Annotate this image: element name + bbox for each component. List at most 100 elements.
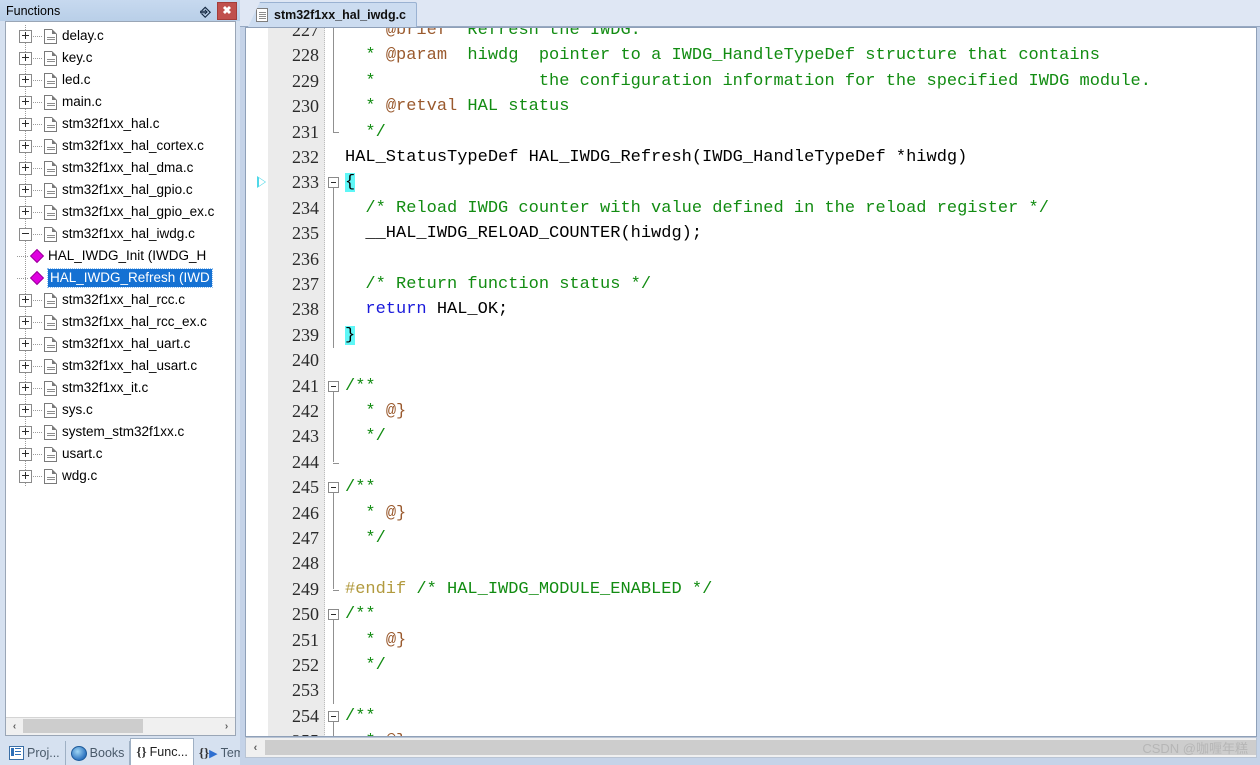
code-line[interactable]: * @brief Refresh the IWDG. <box>343 28 1256 43</box>
fold-line <box>333 68 334 95</box>
line-number: 232 <box>292 147 319 167</box>
code-line[interactable]: */ <box>343 424 1256 449</box>
tree-item-file[interactable]: stm32f1xx_hal_uart.c <box>6 333 235 355</box>
expand-icon[interactable] <box>19 205 32 219</box>
breakpoint-margin[interactable] <box>256 28 268 736</box>
code-line[interactable]: * @} <box>343 399 1256 424</box>
expand-icon[interactable] <box>19 29 32 43</box>
code-line[interactable]: return HAL_OK; <box>343 297 1256 322</box>
code-line[interactable]: /** <box>343 475 1256 500</box>
tree-item-file[interactable]: stm32f1xx_hal.c <box>6 113 235 135</box>
dock-tab-func[interactable]: {} Func... <box>130 738 194 765</box>
dock-tab-proj[interactable]: Proj... <box>4 741 66 765</box>
close-icon[interactable]: ✖ <box>217 2 237 20</box>
code-line[interactable]: */ <box>343 526 1256 551</box>
code-line[interactable]: /** <box>343 374 1256 399</box>
tree-item-file[interactable]: delay.c <box>6 25 235 47</box>
tree-item-file[interactable]: wdg.c <box>6 465 235 487</box>
scroll-right-arrow-icon[interactable]: › <box>218 718 235 735</box>
tree-item-file[interactable]: main.c <box>6 91 235 113</box>
fold-collapse-icon[interactable] <box>328 710 339 722</box>
expand-icon[interactable] <box>19 51 32 65</box>
code-line[interactable] <box>343 551 1256 576</box>
code-line[interactable]: */ <box>343 653 1256 678</box>
tree-horizontal-scrollbar[interactable]: ‹ › <box>6 717 235 735</box>
code-line[interactable]: HAL_StatusTypeDef HAL_IWDG_Refresh(IWDG_… <box>343 145 1256 170</box>
expand-icon[interactable] <box>19 469 32 483</box>
tree-item-file[interactable]: stm32f1xx_hal_dma.c <box>6 157 235 179</box>
tree-item-function[interactable]: HAL_IWDG_Init (IWDG_H <box>6 245 235 267</box>
code-editor[interactable]: 227 228 229 230 231 232 233 234 235 236 237 238 239 2… <box>245 27 1257 737</box>
code-line[interactable]: * @param hiwdg pointer to a IWDG_HandleT… <box>343 43 1256 68</box>
tree-item-file[interactable]: stm32f1xx_hal_rcc_ex.c <box>6 311 235 333</box>
expand-icon[interactable] <box>19 183 32 197</box>
expand-icon[interactable] <box>19 447 32 461</box>
expand-icon[interactable] <box>19 117 32 131</box>
expand-icon[interactable] <box>19 359 32 373</box>
expand-icon[interactable] <box>19 139 32 153</box>
code-line[interactable]: /** <box>343 602 1256 627</box>
file-icon <box>44 468 57 484</box>
code-line[interactable]: /* Reload IWDG counter with value define… <box>343 196 1256 221</box>
functions-tree[interactable]: delay.c key.c led.c main.c stm32f1xx_hal.c st… <box>6 22 235 717</box>
editor-horizontal-scrollbar[interactable]: ‹ <box>245 737 1257 758</box>
tree-item-function[interactable]: HAL_IWDG_Refresh (IWD <box>6 267 235 289</box>
expand-icon[interactable] <box>19 381 32 395</box>
expand-icon[interactable] <box>19 425 32 439</box>
code-line[interactable] <box>343 678 1256 703</box>
code-line[interactable]: /* Return function status */ <box>343 272 1256 297</box>
code-line[interactable]: { <box>343 170 1256 195</box>
code-line[interactable]: #endif /* HAL_IWDG_MODULE_ENABLED */ <box>343 577 1256 602</box>
tree-item-file[interactable]: stm32f1xx_hal_rcc.c <box>6 289 235 311</box>
tree-item-file[interactable]: stm32f1xx_hal_cortex.c <box>6 135 235 157</box>
tree-item-file[interactable]: usart.c <box>6 443 235 465</box>
code-folding-margin[interactable] <box>325 28 343 736</box>
code-line[interactable] <box>343 348 1256 373</box>
tree-item-label: stm32f1xx_hal_gpio_ex.c <box>62 204 215 219</box>
expand-icon[interactable] <box>19 315 32 329</box>
fold-collapse-icon[interactable] <box>328 177 339 189</box>
tree-item-file[interactable]: stm32f1xx_hal_usart.c <box>6 355 235 377</box>
code-text-area[interactable]: * @brief Refresh the IWDG. * @param hiwd… <box>343 28 1256 736</box>
expand-icon[interactable] <box>19 161 32 175</box>
collapse-icon[interactable] <box>19 227 32 241</box>
code-line[interactable]: * the configuration information for the … <box>343 69 1256 94</box>
tab-stm32f1xx-hal-iwdg-c[interactable]: stm32f1xx_hal_iwdg.c <box>248 2 418 27</box>
scroll-left-arrow-icon[interactable]: ‹ <box>6 718 23 735</box>
pin-icon[interactable]: ⎆ <box>198 3 213 19</box>
fold-collapse-icon[interactable] <box>328 380 339 392</box>
code-line[interactable] <box>343 450 1256 475</box>
code-line[interactable]: * @} <box>343 729 1256 736</box>
expand-icon[interactable] <box>19 403 32 417</box>
scroll-thumb[interactable] <box>23 719 143 733</box>
code-line[interactable]: * @retval HAL status <box>343 94 1256 119</box>
tree-item-file[interactable]: led.c <box>6 69 235 91</box>
tree-item-file[interactable]: stm32f1xx_it.c <box>6 377 235 399</box>
editor-scroll-thumb[interactable] <box>265 740 1256 755</box>
expand-icon[interactable] <box>19 95 32 109</box>
tree-item-file[interactable]: stm32f1xx_hal_gpio_ex.c <box>6 201 235 223</box>
code-line[interactable]: * @} <box>343 501 1256 526</box>
code-line[interactable]: */ <box>343 120 1256 145</box>
tree-item-file[interactable]: sys.c <box>6 399 235 421</box>
code-line[interactable]: /** <box>343 704 1256 729</box>
editor-scroll-left-arrow-icon[interactable]: ‹ <box>246 739 265 756</box>
fold-collapse-icon[interactable] <box>328 609 339 621</box>
fold-collapse-icon[interactable] <box>328 482 339 494</box>
code-line[interactable]: * @} <box>343 628 1256 653</box>
expand-icon[interactable] <box>19 293 32 307</box>
fold-line <box>333 449 334 463</box>
tree-item-file[interactable]: stm32f1xx_hal_gpio.c <box>6 179 235 201</box>
expand-icon[interactable] <box>19 337 32 351</box>
code-line[interactable]: } <box>343 323 1256 348</box>
tree-item-file[interactable]: system_stm32f1xx.c <box>6 421 235 443</box>
dock-tab-books[interactable]: Books <box>66 741 131 765</box>
expand-icon[interactable] <box>19 73 32 87</box>
code-line[interactable]: __HAL_IWDG_RELOAD_COUNTER(hiwdg); <box>343 221 1256 246</box>
code-line[interactable] <box>343 247 1256 272</box>
tree-item-file[interactable]: key.c <box>6 47 235 69</box>
editor-scroll-track[interactable] <box>265 739 1256 756</box>
scroll-track[interactable] <box>23 718 218 735</box>
braces-icon: {} <box>136 744 147 759</box>
tree-item-file[interactable]: stm32f1xx_hal_iwdg.c <box>6 223 235 245</box>
